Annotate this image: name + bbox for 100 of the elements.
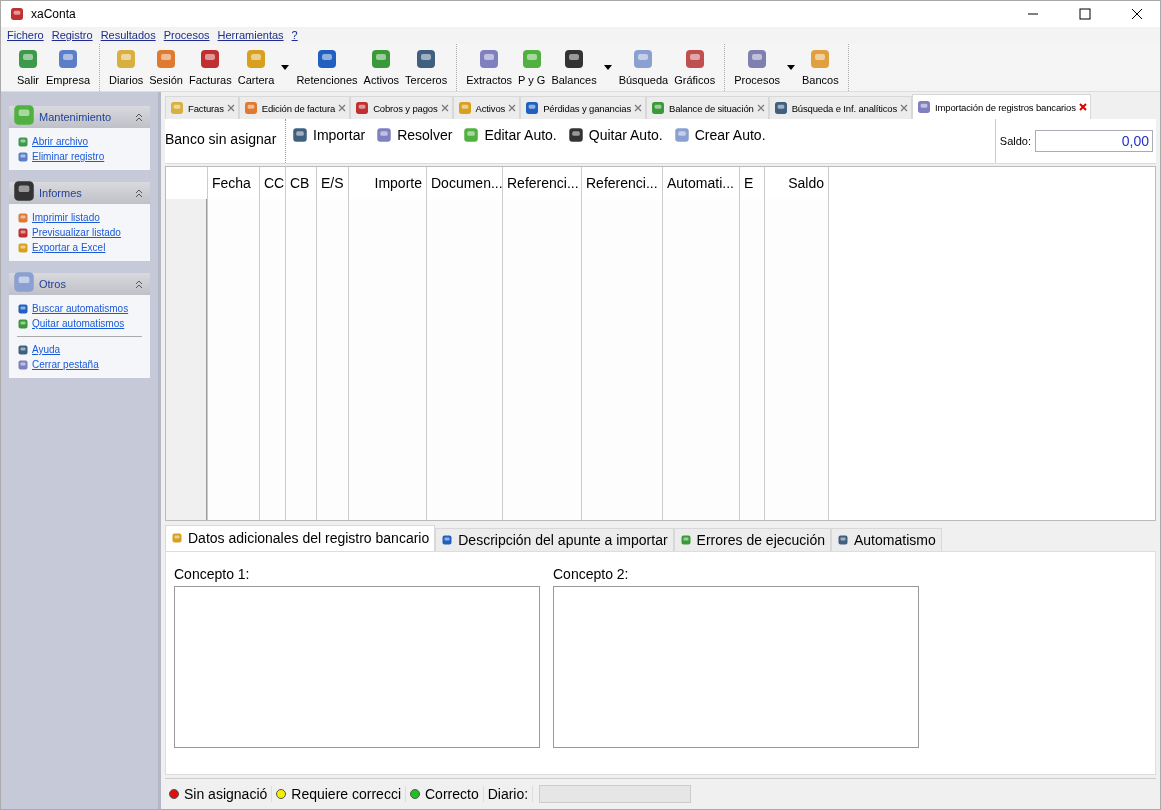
toolbar-button[interactable]: Diarios: [106, 44, 147, 91]
document-tab[interactable]: Edición de factura: [238, 96, 351, 119]
sidebar-link[interactable]: Imprimir listado: [17, 210, 142, 225]
group-title: Otros: [39, 278, 67, 290]
caret-icon[interactable]: [281, 65, 290, 70]
action-button[interactable]: Resolver: [370, 121, 458, 149]
sidebar-link[interactable]: Cerrar pestaña: [17, 357, 142, 372]
tile-icon: [17, 150, 29, 163]
chevron-icon[interactable]: [134, 279, 144, 289]
caret-icon[interactable]: [787, 65, 795, 70]
sidebar-link[interactable]: Previsualizar listado: [17, 225, 142, 240]
toolbar-button[interactable]: Procesos: [731, 44, 783, 91]
action-button[interactable]: Editar Auto.: [457, 121, 562, 149]
detail-tab[interactable]: Descripción del apunte a importar: [435, 527, 674, 551]
chevron-icon[interactable]: [134, 112, 144, 122]
toolbar-button[interactable]: Terceros: [402, 44, 451, 91]
tile-icon: [837, 533, 849, 546]
detail-tab[interactable]: Errores de ejecución: [673, 527, 831, 551]
toolbar-button[interactable]: Balances: [548, 44, 600, 91]
group-header[interactable]: Mantenimiento: [9, 106, 150, 128]
balance-field[interactable]: 0,00: [1035, 129, 1153, 152]
tile-icon: [242, 100, 259, 116]
tile-icon: [11, 102, 37, 128]
tile-icon: [17, 343, 29, 356]
legend-item: Requiere correcci: [272, 786, 406, 803]
close-icon[interactable]: [508, 104, 517, 112]
action-button[interactable]: Crear Auto.: [667, 121, 771, 149]
diario-label: Diario:: [483, 786, 534, 803]
toolbar-button[interactable]: P y G: [515, 44, 549, 91]
bank-label: Banco sin asignar: [165, 119, 286, 163]
chevron-icon[interactable]: [134, 188, 144, 198]
toolbar-button[interactable]: Retenciones: [293, 44, 361, 91]
toolbar-button[interactable]: Facturas: [185, 44, 235, 91]
document-tab[interactable]: Búsqueda e Inf. analíticos: [768, 96, 913, 119]
close-icon[interactable]: [1078, 103, 1087, 111]
toolbar-button[interactable]: Gráficos: [671, 44, 719, 91]
caret-icon[interactable]: [603, 65, 612, 70]
close-icon[interactable]: [440, 104, 449, 112]
toolbar-button[interactable]: Empresa: [43, 44, 94, 91]
close-icon[interactable]: [756, 104, 765, 112]
menu-item[interactable]: Procesos: [159, 27, 214, 44]
group-header[interactable]: Informes: [9, 182, 150, 204]
tile-icon: [291, 126, 309, 144]
tile-icon: [17, 211, 29, 224]
field-label: Concepto 2:: [553, 565, 630, 582]
toolbar-button[interactable]: Bancos: [799, 44, 842, 91]
toolbar-button[interactable]: Cartera: [234, 44, 278, 91]
sidebar-link[interactable]: Exportar a Excel: [17, 240, 142, 255]
sidebar-link[interactable]: Eliminar registro: [17, 149, 142, 164]
sidebar-link[interactable]: Buscar automatismos: [17, 301, 142, 316]
sidebar-link[interactable]: Abrir archivo: [17, 134, 142, 149]
toolbar-button[interactable]: Búsqueda: [615, 44, 672, 91]
action-button[interactable]: Quitar Auto.: [561, 121, 668, 149]
toolbar-button[interactable]: Activos: [360, 44, 402, 91]
tile-icon: [17, 226, 29, 239]
tile-icon: [11, 269, 37, 295]
tile-icon: [456, 100, 473, 116]
document-tab[interactable]: Facturas: [165, 96, 239, 119]
menu-item[interactable]: Herramientas: [213, 27, 288, 44]
legend-item: Sin asignació: [165, 786, 273, 803]
action-button[interactable]: Importar: [286, 121, 371, 149]
field-label: Concepto 1:: [174, 565, 251, 582]
menu-item[interactable]: Fichero: [3, 27, 48, 44]
menu-item[interactable]: ?: [287, 27, 302, 44]
legend-item: Correcto: [406, 786, 484, 803]
tile-icon: [441, 533, 454, 546]
tile-icon: [462, 126, 481, 144]
group-header[interactable]: Otros: [9, 273, 150, 295]
tile-icon: [375, 126, 394, 144]
close-icon[interactable]: [226, 104, 235, 112]
toolbar-button[interactable]: Sesión: [146, 44, 186, 91]
tile-icon: [169, 100, 185, 116]
tile-icon: [17, 317, 29, 330]
detail-tab[interactable]: Automatismo: [831, 527, 942, 551]
tile-icon: [17, 135, 29, 148]
document-tab[interactable]: Balance de situación: [646, 96, 769, 119]
document-tab[interactable]: Activos: [452, 96, 521, 119]
balance-label: Saldo:: [999, 134, 1031, 147]
sidebar-link[interactable]: Quitar automatismos: [17, 316, 142, 331]
close-icon[interactable]: [634, 104, 642, 112]
tile-icon: [524, 100, 541, 116]
toolbar-button[interactable]: Extractos: [463, 44, 516, 91]
document-tab[interactable]: Pérdidas y ganancias: [520, 96, 646, 119]
group-title: Mantenimiento: [39, 111, 113, 123]
tile-icon: [17, 241, 29, 254]
menu-item[interactable]: Resultados: [96, 27, 160, 44]
sidebar-link[interactable]: Ayuda: [17, 342, 142, 357]
document-tab[interactable]: Importación de registros bancarios: [912, 94, 1091, 119]
tile-icon: [916, 99, 933, 115]
toolbar-button[interactable]: Salir: [13, 44, 43, 91]
close-icon[interactable]: [900, 104, 909, 112]
tile-icon: [16, 47, 40, 71]
close-icon[interactable]: [338, 104, 347, 112]
menu-item[interactable]: Registro: [47, 27, 97, 44]
window-title: xaConta: [31, 7, 77, 21]
tile-icon: [56, 47, 80, 71]
document-tab[interactable]: Cobros y pagos: [350, 96, 453, 119]
tile-icon: [566, 126, 585, 144]
tile-icon: [354, 100, 371, 116]
detail-tab[interactable]: Datos adicionales del registro bancario: [165, 524, 436, 551]
